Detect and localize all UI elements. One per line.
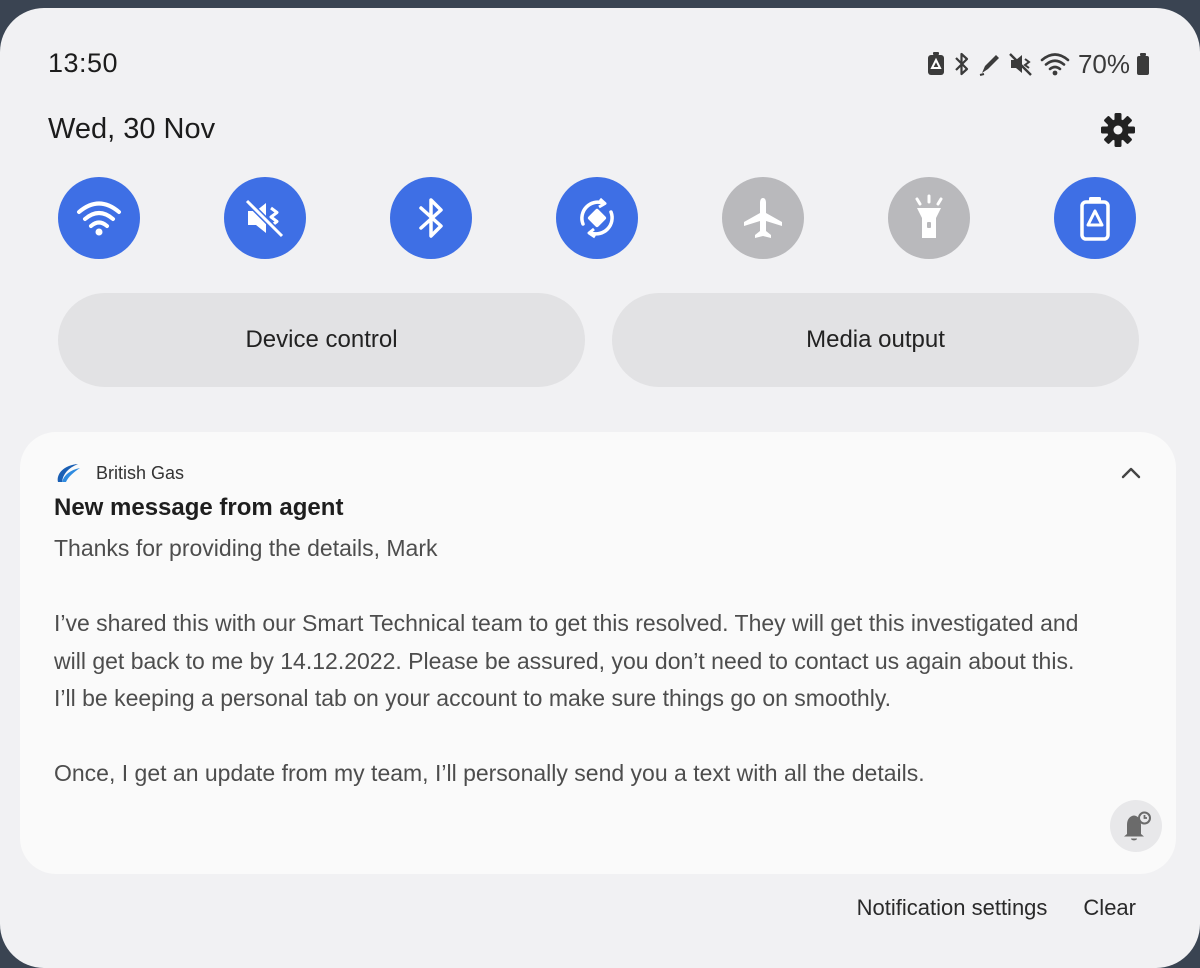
quick-settings-toggles: [58, 177, 1138, 261]
collapse-button[interactable]: [1116, 458, 1146, 488]
media-output-button[interactable]: Media output: [612, 293, 1139, 387]
notification-line: Once, I get an update from my team, I’ll…: [54, 760, 925, 786]
flashlight-icon: [915, 194, 943, 238]
notification-app-header: British Gas: [54, 460, 184, 486]
wifi-icon: [1040, 53, 1070, 76]
toggle-power-saving[interactable]: [1054, 177, 1136, 259]
notification-body: Thanks for providing the details, Mark I…: [54, 530, 1164, 793]
airplane-icon: [744, 198, 782, 238]
notification-line: I’ll be keeping a personal tab on your a…: [54, 685, 892, 711]
battery-saver-icon: [927, 52, 944, 75]
device-control-button[interactable]: Device control: [58, 293, 585, 387]
toggle-wifi[interactable]: [58, 177, 140, 259]
battery-saver-icon: [1080, 197, 1110, 241]
notification-card[interactable]: British Gas New message from agent Thank…: [20, 432, 1176, 874]
notification-footer: Notification settings Clear: [857, 895, 1136, 921]
status-bar: 13:50 70%: [48, 48, 1150, 84]
pen-icon: [979, 55, 999, 76]
toggle-torch[interactable]: [888, 177, 970, 259]
notification-app-name: British Gas: [96, 462, 185, 483]
snooze-button[interactable]: [1110, 800, 1162, 852]
settings-button[interactable]: [1098, 110, 1138, 150]
wifi-icon: [77, 201, 121, 236]
clear-button[interactable]: Clear: [1083, 895, 1136, 921]
chevron-up-icon: [1121, 467, 1141, 479]
toggle-auto-rotate[interactable]: [556, 177, 638, 259]
vibrate-mute-icon: [1009, 53, 1032, 76]
gear-icon: [1101, 113, 1135, 147]
toggle-bluetooth[interactable]: [390, 177, 472, 259]
bluetooth-icon: [955, 52, 969, 76]
date-label: Wed, 30 Nov: [48, 113, 216, 145]
notification-line: I’ve shared this with our Smart Technica…: [54, 610, 1079, 636]
notification-line: Thanks for providing the details, Mark: [54, 535, 438, 561]
toggle-airplane-mode[interactable]: [722, 177, 804, 259]
bluetooth-icon: [419, 198, 443, 238]
bell-snooze-icon: [1124, 811, 1151, 841]
battery-percentage: 70%: [1077, 48, 1130, 79]
british-gas-logo-icon: [57, 464, 80, 482]
notification-line: will get back to me by 14.12.2022. Pleas…: [54, 647, 1075, 674]
auto-rotate-icon: [580, 197, 614, 239]
notification-title: New message from agent: [54, 494, 344, 521]
status-time: 13:50: [48, 48, 119, 78]
status-icons: 70%: [926, 46, 1150, 82]
battery-icon: [1137, 53, 1149, 75]
notification-shade: 13:50 70% Wed, 30 Nov Device control Med…: [0, 8, 1200, 968]
notification-settings-button[interactable]: Notification settings: [857, 895, 1048, 921]
toggle-sound-mode[interactable]: [224, 177, 306, 259]
vibrate-mute-icon: [244, 198, 285, 239]
